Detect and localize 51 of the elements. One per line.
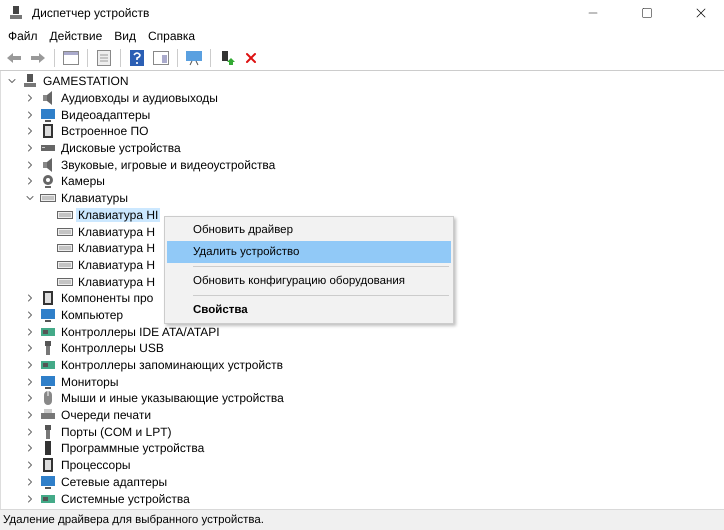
tree-item[interactable]: Клавиатура H (76, 274, 157, 289)
tree-item[interactable]: Мыши и иные указывающие устройства (59, 391, 286, 406)
tree-item[interactable]: Видеоадаптеры (59, 108, 152, 122)
tree-item[interactable]: Клавиатура HI (76, 208, 160, 222)
chip-icon (40, 123, 56, 140)
tree-item[interactable]: Клавиатура H (76, 224, 157, 239)
tree-item[interactable]: Системные устройства (59, 492, 192, 506)
help-icon[interactable] (127, 48, 147, 68)
monitor-icon[interactable] (184, 48, 204, 68)
menu-item[interactable]: Файл (2, 27, 44, 45)
tree-item[interactable]: Дисковые устройства (59, 141, 183, 156)
panel-icon[interactable] (61, 48, 81, 68)
camera-icon (40, 173, 56, 190)
context-menu-item[interactable]: Удалить устройство (167, 241, 451, 263)
computer-icon (22, 73, 38, 90)
menu-item[interactable]: Вид (108, 27, 142, 45)
chip-icon (40, 457, 56, 474)
status-text: Удаление драйвера для выбранного устройства. (3, 514, 264, 526)
context-menu-item[interactable]: Обновить драйвер (167, 219, 451, 241)
properties-icon[interactable] (94, 48, 114, 68)
tree-item[interactable]: Компоненты про (59, 291, 156, 306)
tree-item[interactable]: Контроллеры USB (59, 341, 166, 356)
tree-item[interactable]: Процессоры (59, 458, 132, 472)
tree-item[interactable]: Контроллеры IDE ATA/ATAPI (59, 324, 222, 339)
context-menu-item[interactable]: Свойства (167, 299, 451, 321)
chip-icon (40, 290, 56, 306)
display-icon (40, 474, 56, 490)
tree-item[interactable]: Аудиовходы и аудиовыходы (59, 91, 220, 106)
tree-item[interactable]: Программные устройства (59, 441, 206, 456)
tree-item[interactable]: Порты (COM и LPT) (59, 424, 174, 439)
tree-item[interactable]: Клавиатура H (76, 258, 157, 272)
display-icon (40, 106, 56, 123)
tree-item[interactable]: Встроенное ПО (59, 124, 150, 138)
context-menu-item[interactable]: Обновить конфигурацию оборудования (167, 270, 451, 292)
device-manager-icon (8, 5, 24, 21)
tree-item[interactable]: GAMESTATION (41, 74, 131, 88)
tree-item[interactable]: Компьютер (59, 308, 126, 322)
tree-item[interactable]: Звуковые, игровые и видеоустройства (59, 158, 278, 172)
display-icon (40, 374, 56, 390)
tree-item[interactable]: Мониторы (59, 374, 120, 389)
window-title: Диспетчер устройств (32, 6, 150, 20)
tree-item[interactable]: Клавиатура H (76, 241, 157, 256)
tree-item[interactable]: Сетевые адаптеры (59, 474, 170, 489)
menu-item[interactable]: Справка (142, 27, 202, 45)
display-icon (40, 306, 56, 323)
tree-item[interactable]: Камеры (59, 174, 107, 188)
tree-item[interactable]: Контроллеры запоминающих устройств (59, 358, 285, 372)
tree-item[interactable]: Очереди печати (59, 408, 154, 422)
panel-icon[interactable] (151, 48, 171, 68)
tree-item[interactable]: Клавиатуры (59, 191, 130, 206)
menu-item[interactable]: Действие (44, 27, 108, 45)
